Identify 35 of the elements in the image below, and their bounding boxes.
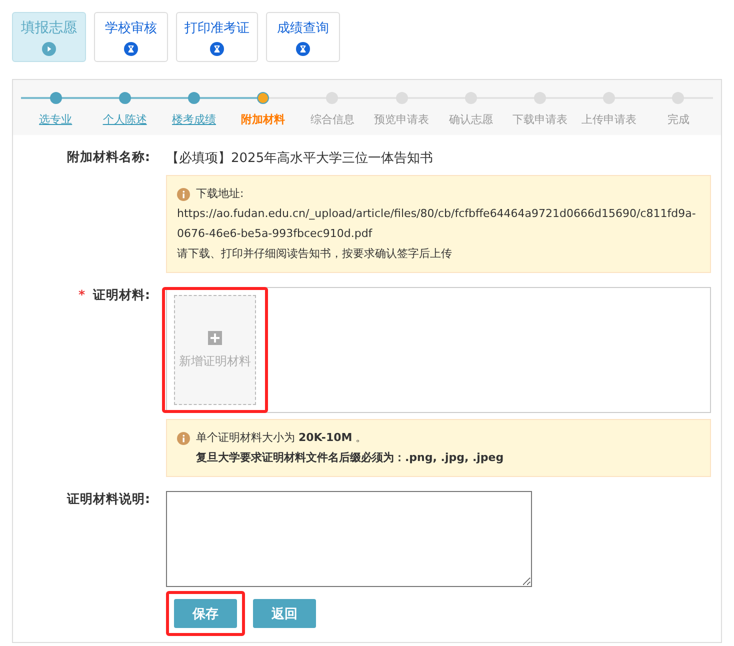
description-field[interactable] [166,491,532,587]
step-label: 附加材料 [241,112,286,127]
field-label: 证明材料: [93,287,150,302]
plus-icon [208,330,222,344]
field-label: 附加材料名称: [66,149,151,166]
notice-text: 复旦大学要求证明材料文件名后缀必须为：.png, .jpg, .jpeg [195,450,505,466]
step-label[interactable]: 个人陈述 [102,112,147,127]
step-label: 下载申请表 [512,112,568,127]
step-label[interactable]: 选专业 [39,112,72,127]
step-label: 确认志愿 [448,112,493,127]
step-label: 预览申请表 [374,112,430,127]
download-url: https://ao.fudan.edu.cn/_upload/article/files/80/cb/fcfbffe64464a9721d0666d15690/c811fd9a-0676-46e6-be5a-993fbcec910d.pdf [177,206,697,242]
form-button[interactable]: 返回 [253,599,316,628]
required-mark: * [78,287,85,302]
add-material-button[interactable]: 新增证明材料 [174,295,256,405]
stage-tab[interactable]: 成绩查询 [266,12,340,62]
hourglass-icon [296,42,310,56]
info-icon [177,188,190,200]
material-name: 【必填项】2025年高水平大学三位一体告知书 [166,150,434,167]
notice-text: 单个证明材料大小为 20K-10M 。 [196,430,367,446]
stage-tab[interactable]: 打印准考证 [176,12,258,62]
hourglass-icon [124,42,138,56]
play-icon [42,42,56,56]
notice-title: 下载地址: [196,186,244,202]
notice-text: 请下载、打印并仔细阅读告知书，按要求确认签字后上传 [177,246,453,262]
step-label: 综合信息 [310,112,354,127]
step-label[interactable]: 楼考成绩 [172,112,216,127]
form-button[interactable]: 保存 [174,599,237,628]
info-icon [177,432,190,444]
step-label: 上传申请表 [582,112,637,127]
stage-tab[interactable]: 填报志愿 [12,12,86,62]
stage-tab[interactable]: 学校审核 [94,12,168,62]
step-label: 完成 [667,112,690,127]
field-label: 证明材料说明: [66,491,151,508]
hourglass-icon [210,42,224,56]
